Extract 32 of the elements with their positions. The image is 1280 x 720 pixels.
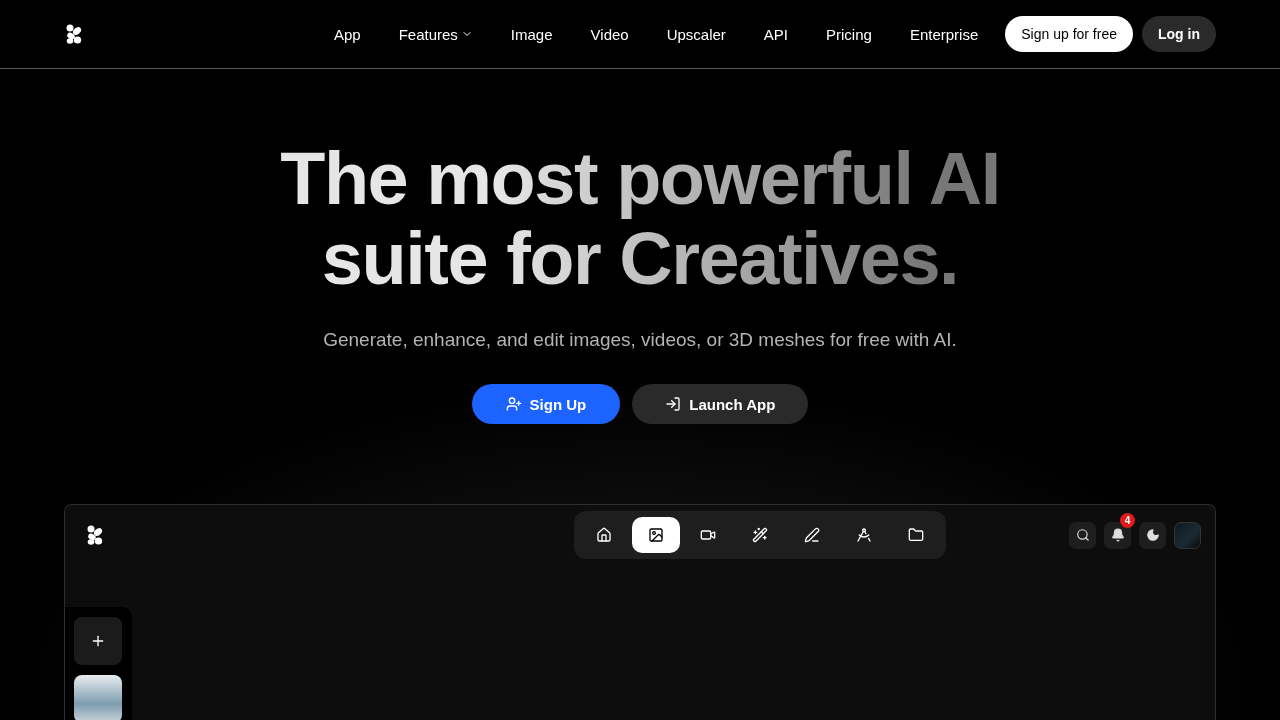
nav-link[interactable]: Features [379,25,492,43]
launch-app-button[interactable]: Launch App [632,384,809,424]
logo-icon[interactable] [87,525,103,545]
sign-up-button[interactable]: Sign up for free [1005,16,1133,52]
moon-icon [1145,528,1160,542]
notification-badge: 4 [1120,512,1135,528]
nav-link[interactable]: Enterprise [890,25,998,43]
hero-subtitle: Generate, enhance, and edit images, videos, or 3D meshes for free with AI. [323,329,957,351]
home-icon [596,527,612,543]
plus-icon [90,633,106,649]
compass-icon [856,527,872,543]
theme-button[interactable] [1139,521,1166,549]
image-icon [648,527,664,543]
video-camera-icon [700,527,716,543]
nav-link[interactable]: App [314,25,380,43]
bell-icon [1110,528,1125,542]
search-button[interactable] [1069,521,1096,549]
nav-link[interactable]: Upscaler [647,25,745,43]
folder-icon [908,527,924,543]
nav-link[interactable]: API [744,25,808,43]
sign-up-button[interactable]: Sign Up [471,384,621,424]
pen-icon [804,527,820,543]
log-in-button[interactable]: Log in [1142,16,1216,52]
nav-link[interactable]: Video [571,25,648,43]
log-in-icon [665,396,682,412]
tool-button[interactable] [632,517,680,553]
logo-icon[interactable] [66,24,82,44]
search-icon [1075,528,1090,542]
nav-link[interactable]: Image [491,25,572,43]
magic-wand-icon [752,527,768,543]
nav-link[interactable]: Pricing [807,25,891,43]
user-plus-icon [505,396,522,412]
